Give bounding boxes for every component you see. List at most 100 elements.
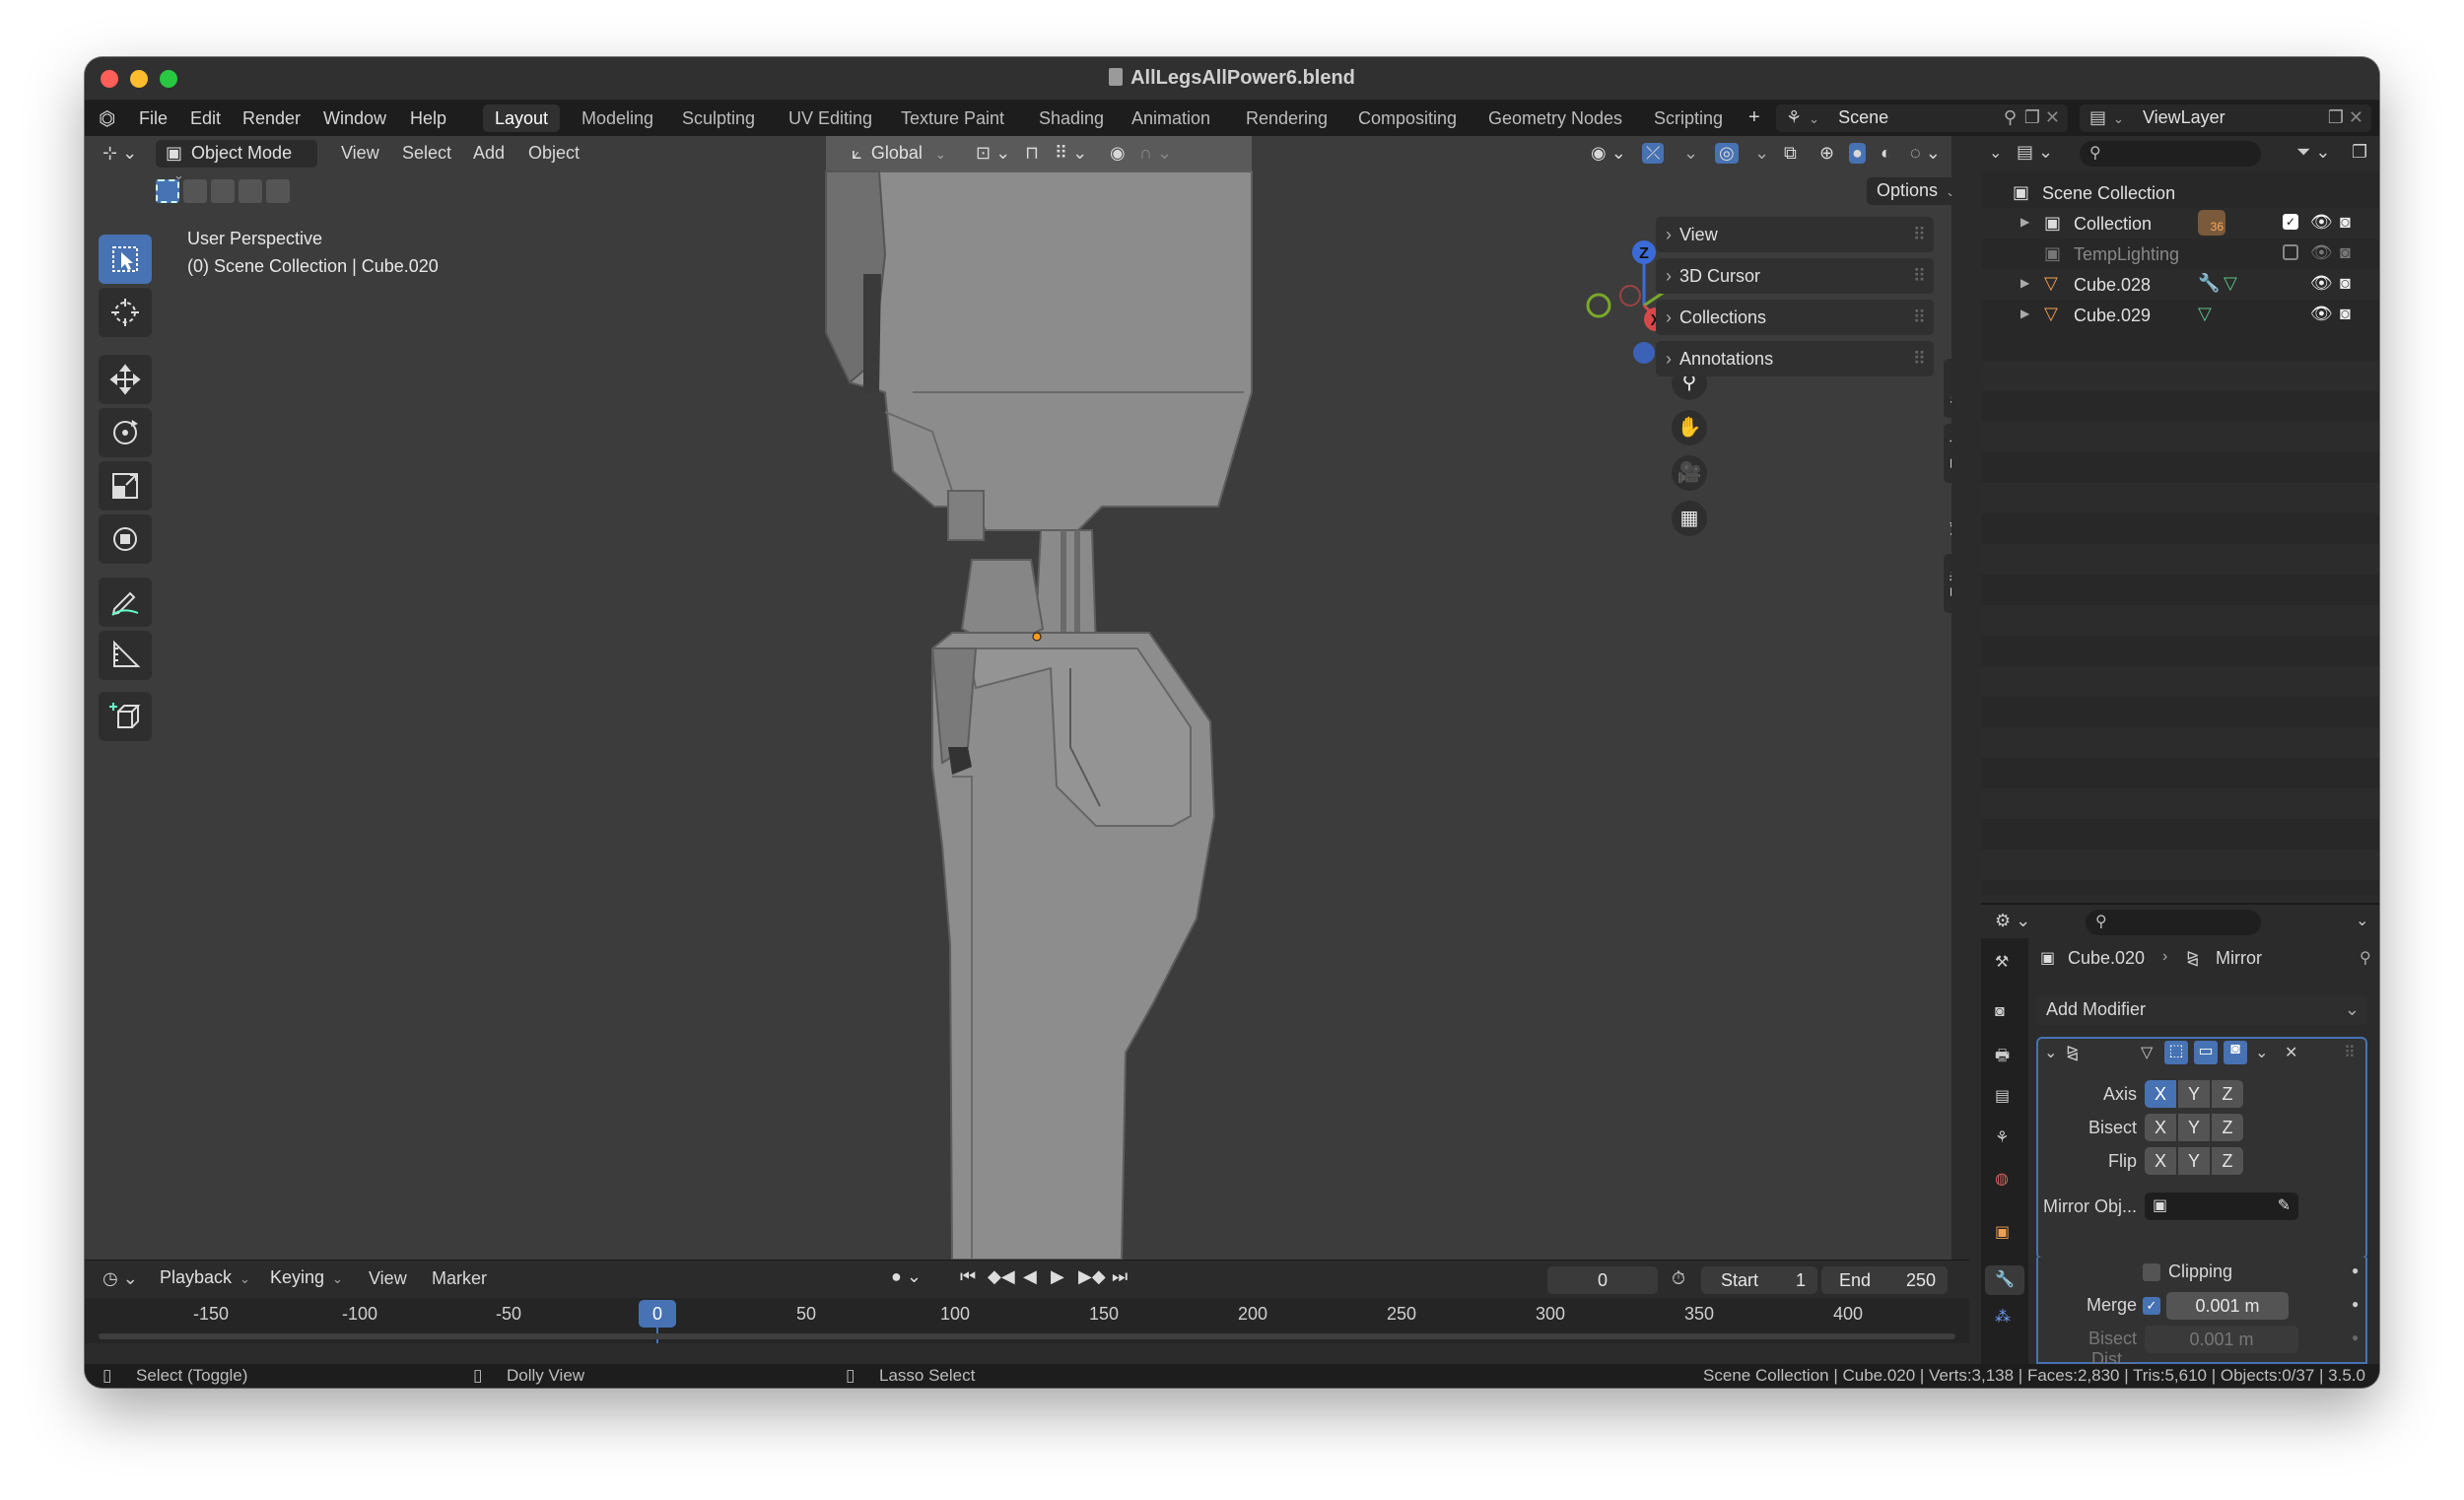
viewport-menu-select[interactable]: Select xyxy=(402,143,451,164)
perspective-toggle-icon[interactable]: ▦ xyxy=(1672,501,1707,536)
drag-handle-icon[interactable]: ⠿ xyxy=(1913,349,1926,370)
gizmo-dropdown-icon[interactable]: ⌄ xyxy=(1683,143,1698,164)
properties-options-icon[interactable]: ⌄ xyxy=(2356,911,2368,930)
render-tab-icon[interactable]: ◙ xyxy=(1995,1003,2005,1021)
animate-dot-icon[interactable]: ● xyxy=(2352,1263,2359,1277)
outliner-row-templighting[interactable]: ▣ TempLighting 👁 ◙ xyxy=(1981,239,2379,269)
modifier-menu-chevron-icon[interactable]: ⌄ xyxy=(2255,1043,2268,1062)
menu-render[interactable]: Render xyxy=(242,108,301,129)
delete-view-layer-icon[interactable]: ✕ xyxy=(2349,107,2363,128)
camera-render-icon[interactable]: ◙ xyxy=(2340,304,2351,324)
move-tool[interactable] xyxy=(99,355,152,404)
snap-target-icon[interactable]: ⠿ ⌄ xyxy=(1055,143,1087,164)
workspace-tab-modeling[interactable]: Modeling xyxy=(570,104,665,132)
drag-handle-icon[interactable]: ⠿ xyxy=(1913,307,1926,328)
timeline-scrollbar[interactable] xyxy=(99,1333,1955,1339)
world-tab-icon[interactable]: ◍ xyxy=(1995,1169,2009,1189)
end-frame-field[interactable]: End 250 xyxy=(1821,1266,1948,1294)
timeline-menu-view[interactable]: View xyxy=(369,1268,407,1289)
rotate-tool[interactable] xyxy=(99,408,152,457)
workspace-tab-shading[interactable]: Shading xyxy=(1027,104,1116,132)
exclude-checkbox[interactable] xyxy=(2283,244,2298,260)
properties-search-field[interactable]: ⚲ xyxy=(2086,910,2261,935)
add-workspace-icon[interactable]: + xyxy=(1748,106,1760,129)
filter-icon[interactable]: ⏷ ⌄ xyxy=(2296,142,2330,163)
workspace-tab-texture-paint[interactable]: Texture Paint xyxy=(889,104,1016,132)
camera-view-icon[interactable]: 🎥 xyxy=(1672,455,1707,491)
on-cage-toggle-icon[interactable]: ⬚ xyxy=(2164,1041,2188,1064)
gizmo-toggle-icon[interactable]: ⤫ xyxy=(1642,143,1665,164)
viewport-menu-add[interactable]: Add xyxy=(473,143,505,164)
disclosure-triangle-icon[interactable]: ▶ xyxy=(2020,307,2029,320)
mode-selector[interactable]: ▣ Object Mode ⌄ xyxy=(156,140,317,182)
viewport-display-toggle-icon[interactable]: ▭ xyxy=(2194,1041,2218,1064)
npanel-tab-edit[interactable]: Edit xyxy=(1944,554,1951,613)
view-layer-selector[interactable]: ▤ ⌄ ViewLayer ❐ ✕ xyxy=(2080,104,2371,132)
annotate-tool[interactable] xyxy=(99,578,152,627)
select-subtract-icon[interactable] xyxy=(211,179,235,203)
outliner-row-scene-collection[interactable]: ▣ Scene Collection xyxy=(1981,177,2379,208)
disclosure-triangle-icon[interactable]: ▶ xyxy=(2020,276,2029,290)
3d-viewport[interactable]: ⊹ ⌄ ▣ Object Mode ⌄ View Select Add Obje… xyxy=(85,136,1951,1260)
drag-handle-icon[interactable]: ⠿ xyxy=(2344,1043,2356,1062)
overlays-toggle-icon[interactable]: ◎ xyxy=(1715,143,1739,164)
menu-file[interactable]: File xyxy=(139,108,168,129)
outliner-search-field[interactable]: ⚲ xyxy=(2080,141,2261,167)
npanel-section-3d-cursor[interactable]: › 3D Cursor ⠿ xyxy=(1656,258,1934,294)
timeline-menu-marker[interactable]: Marker xyxy=(432,1268,487,1289)
new-view-layer-icon[interactable]: ❐ xyxy=(2328,107,2344,128)
transform-tool[interactable] xyxy=(99,514,152,564)
keying-menu[interactable]: Keying ⌄ xyxy=(260,1264,353,1292)
transform-orientation-selector[interactable]: ⟀ Global ⌄ xyxy=(842,140,960,168)
menu-window[interactable]: Window xyxy=(323,108,386,129)
shading-rendered-icon[interactable]: ◌ ⌄ xyxy=(1910,143,1941,164)
play-reverse-icon[interactable]: ◀ xyxy=(1023,1266,1037,1287)
cursor-tool[interactable] xyxy=(99,288,152,337)
playhead[interactable]: 0 xyxy=(639,1300,676,1328)
select-intersect-icon[interactable] xyxy=(266,179,290,203)
clipping-checkbox[interactable] xyxy=(2143,1263,2160,1281)
add-modifier-dropdown[interactable]: Add Modifier ⌄ xyxy=(2036,995,2367,1025)
edit-mode-toggle-icon[interactable]: ▽ xyxy=(2141,1043,2153,1062)
collapse-chevron-icon[interactable]: ⌄ xyxy=(2044,1043,2057,1062)
delete-scene-icon[interactable]: ✕ xyxy=(2045,107,2060,128)
scale-tool[interactable] xyxy=(99,461,152,511)
camera-render-icon[interactable]: ◙ xyxy=(2340,273,2351,294)
record-keyframes-icon[interactable]: ● ⌄ xyxy=(891,1266,922,1287)
bisect-distance-field[interactable]: 0.001 m xyxy=(2145,1326,2298,1353)
select-new-icon[interactable] xyxy=(156,179,179,203)
flip-z-toggle[interactable]: Z xyxy=(2212,1147,2243,1175)
timeline-ruler[interactable]: -150 -100 -50 0 50 100 150 200 250 300 3… xyxy=(85,1298,1969,1343)
editor-type-icon[interactable]: ⊹ ⌄ xyxy=(103,143,137,164)
eye-icon[interactable]: 👁 xyxy=(2310,304,2333,324)
pin-icon[interactable]: ⚲ xyxy=(2360,948,2371,968)
output-tab-icon[interactable]: 🖶 xyxy=(1995,1045,2010,1071)
animate-dot-icon[interactable]: ● xyxy=(2352,1297,2359,1311)
npanel-section-collections[interactable]: › Collections ⠿ xyxy=(1656,300,1934,335)
jump-start-icon[interactable]: ⏮ xyxy=(960,1266,976,1287)
viewport-menu-object[interactable]: Object xyxy=(528,143,580,164)
measure-tool[interactable] xyxy=(99,631,152,680)
render-toggle-icon[interactable]: ◙ xyxy=(2224,1041,2247,1064)
merge-checkbox[interactable]: ✓ xyxy=(2143,1297,2160,1315)
outliner-row-cube-028[interactable]: ▶ ▽ Cube.028 🔧 ▽ 👁 ◙ xyxy=(1981,269,2379,300)
tool-tab-icon[interactable]: ⚒ xyxy=(1995,952,2009,972)
new-scene-icon[interactable]: ❐ xyxy=(2024,107,2040,128)
drag-handle-icon[interactable]: ⠿ xyxy=(1913,225,1926,245)
pan-view-icon[interactable]: ✋ xyxy=(1672,410,1707,445)
workspace-tab-scripting[interactable]: Scripting xyxy=(1642,104,1735,132)
outliner-row-collection[interactable]: ▶ ▣ Collection 36 ✓ 👁 ◙ xyxy=(1981,208,2379,239)
proportional-editing-icon[interactable]: ◉ xyxy=(1110,143,1126,164)
workspace-tab-sculpting[interactable]: Sculpting xyxy=(670,104,767,132)
camera-render-icon[interactable]: ◙ xyxy=(2340,242,2351,263)
view-layer-tab-icon[interactable]: ▤ xyxy=(1995,1086,2010,1106)
workspace-tab-compositing[interactable]: Compositing xyxy=(1346,104,1469,132)
menu-help[interactable]: Help xyxy=(410,108,446,129)
menu-edit[interactable]: Edit xyxy=(190,108,221,129)
npanel-tab-view[interactable]: View xyxy=(1944,489,1951,548)
workspace-tab-animation[interactable]: Animation xyxy=(1120,104,1222,132)
eye-icon[interactable]: 👁 xyxy=(2310,242,2333,263)
snap-icon[interactable]: ⊓ xyxy=(1025,143,1039,164)
preview-range-stopwatch-icon[interactable]: ⏱ xyxy=(1672,1268,1685,1289)
remove-modifier-icon[interactable]: ✕ xyxy=(2285,1043,2297,1062)
